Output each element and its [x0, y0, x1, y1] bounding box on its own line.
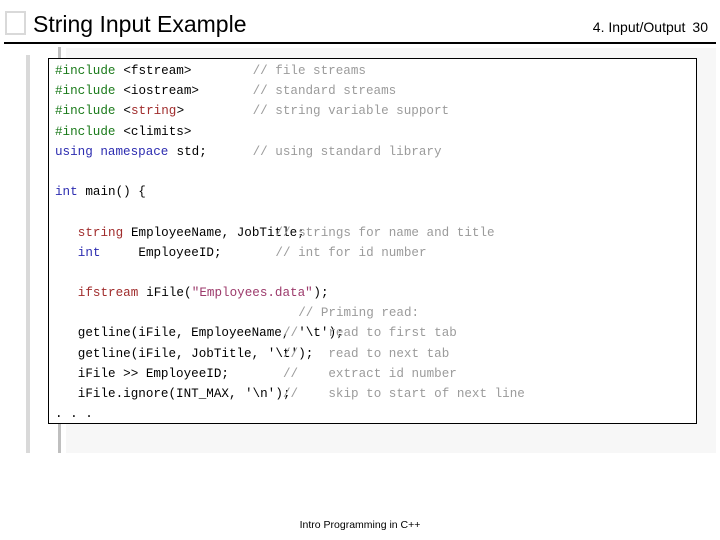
header-divider: [4, 42, 716, 44]
code-token: int: [77, 245, 101, 260]
decorative-vertical-line-outer: [26, 55, 30, 453]
code-token: #include: [55, 84, 116, 99]
code-token: string: [77, 225, 124, 240]
slide: String Input Example 4. Input/Output 30 #…: [0, 0, 720, 540]
code-token: using namespace: [55, 144, 169, 159]
code-line: ifstream iFile("Employees.data");: [49, 283, 696, 303]
code-line: using namespace std; // using standard li…: [49, 142, 696, 162]
code-token: std;: [169, 144, 207, 159]
code-token: #include: [55, 104, 116, 119]
code-token: );: [313, 286, 329, 301]
code-token: . . .: [55, 407, 93, 422]
code-line: #include <fstream> // file streams: [49, 61, 696, 81]
code-token: '\n': [245, 387, 276, 401]
page-title: String Input Example: [33, 11, 247, 37]
code-comment: // Priming read:: [298, 306, 420, 321]
code-line: #include <iostream> // standard streams: [49, 81, 696, 101]
code-comment: // extract id number: [283, 366, 457, 381]
code-token: #include: [55, 64, 116, 78]
code-comment: // skip to start of next line: [283, 387, 525, 401]
slide-header: String Input Example 4. Input/Output 30: [0, 0, 720, 44]
code-token: <: [115, 104, 131, 119]
code-comment: // standard streams: [252, 84, 397, 99]
code-token: <fstream>: [115, 64, 192, 78]
code-comment: // file streams: [252, 64, 366, 78]
code-line: int EmployeeID; // int for id number: [49, 243, 696, 263]
code-lines: #include <fstream>// file streams #includ…: [49, 61, 696, 423]
code-line: getline(iFile, JobTitle, '\t');// read t…: [49, 344, 696, 364]
code-token: getline(iFile, EmployeeName,: [77, 326, 297, 341]
code-token: int: [55, 185, 78, 200]
code-comment: // string variable support: [252, 104, 450, 119]
code-comment: // strings for name and title: [275, 225, 495, 240]
footer-text: Intro Programming in C++: [299, 519, 421, 531]
code-line: // Priming read:: [49, 303, 696, 323]
code-line: getline(iFile, EmployeeName, '\t');// re…: [49, 323, 696, 343]
code-token: >: [176, 104, 185, 119]
code-line: #include <climits>: [49, 122, 696, 142]
code-line: int main() {: [49, 182, 696, 202]
code-token: ifstream: [77, 286, 139, 301]
code-token: <climits>: [115, 124, 192, 139]
code-token: string: [131, 104, 177, 119]
code-comment: // read to next tab: [283, 346, 450, 361]
code-comment: // using standard library: [252, 144, 442, 159]
code-token: <iostream>: [115, 84, 199, 99]
header-section-and-page: 4. Input/Output 30: [593, 18, 708, 36]
code-token: iFile.ignore(INT_MAX,: [77, 387, 245, 401]
code-token: main() {: [77, 185, 146, 200]
code-line: iFile.ignore(INT_MAX, '\n');// skip to s…: [49, 384, 696, 404]
header-page-number: 30: [692, 19, 708, 35]
code-token: EmployeeID;: [100, 245, 222, 260]
code-token: getline(iFile, JobTitle,: [77, 346, 267, 361]
code-listing-box: #include <fstream>// file streams #includ…: [48, 58, 697, 424]
code-token: #include: [55, 124, 116, 139]
code-line: string EmployeeName, JobTitle;// strings…: [49, 223, 696, 243]
code-token: "Employees.data": [191, 286, 313, 301]
code-line: iFile >> EmployeeID; // extract id number: [49, 364, 696, 384]
code-comment: // int for id number: [275, 245, 427, 260]
code-token: iFile >> EmployeeID;: [77, 366, 229, 381]
code-line: . . .: [49, 404, 696, 423]
code-line: #include < string > // string variable supp…: [49, 101, 696, 121]
code-comment: // read to first tab: [283, 326, 457, 341]
header-section-label: 4. Input/Output: [592, 19, 686, 35]
code-token: iFile(: [138, 286, 192, 301]
